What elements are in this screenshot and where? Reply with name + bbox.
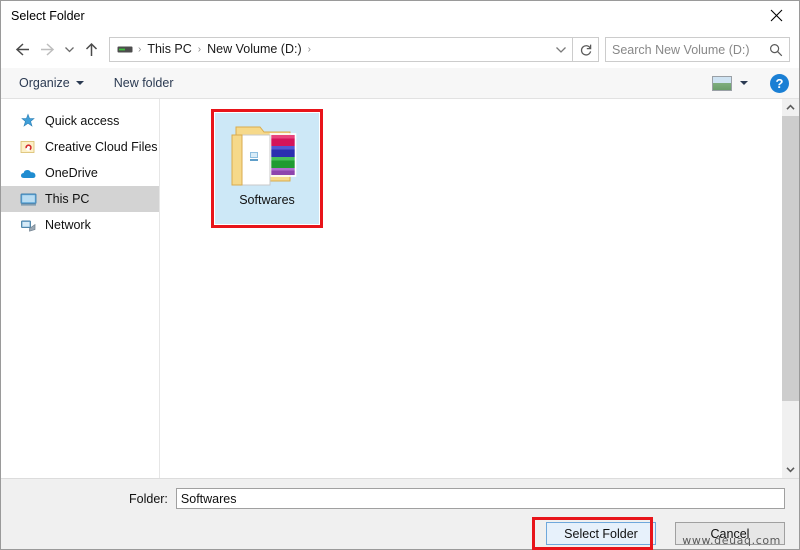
file-pane-scrollbar[interactable] [781,99,799,478]
chevron-down-icon [75,81,84,85]
navigation-sidebar: Quick access Creative Cloud Files OneDri… [1,99,160,478]
organize-menu-button[interactable]: Organize [11,73,92,93]
search-box[interactable]: Search New Volume (D:) [605,37,790,62]
drive-icon [115,44,136,55]
scroll-down-icon [786,467,795,473]
scrollbar-track[interactable] [782,401,799,461]
help-icon: ? [775,75,784,91]
sidebar-item-this-pc[interactable]: This PC [1,186,159,212]
title-bar: Select Folder [1,1,799,31]
search-input[interactable]: Search New Volume (D:) [612,43,769,57]
file-item-label: Softwares [239,193,295,207]
file-list-pane[interactable]: Softwares [160,99,781,478]
sidebar-item-label: Network [45,218,91,232]
dialog-footer: Folder: Softwares Select Folder Cancel w… [1,478,799,550]
cloud-icon [19,164,37,182]
close-icon [770,9,782,22]
breadcrumb-separator: › [138,44,142,55]
file-item-softwares[interactable]: Softwares [215,113,319,224]
command-toolbar: Organize New folder ? [1,68,799,99]
network-icon [19,216,37,234]
select-folder-dialog: Select Folder › This PC › New Volume (D:… [0,0,800,550]
sidebar-item-creative-cloud-files[interactable]: Creative Cloud Files [1,134,159,160]
navigation-bar: › This PC › New Volume (D:) › Search New… [1,31,799,68]
dialog-body: Quick access Creative Cloud Files OneDri… [1,99,799,478]
sidebar-item-label: OneDrive [45,166,98,180]
chevron-down-icon [740,81,748,85]
star-icon [19,112,37,130]
forward-arrow-icon [41,43,55,56]
window-title: Select Folder [11,9,85,23]
up-arrow-icon [85,42,98,56]
scroll-down-button[interactable] [782,461,799,478]
sidebar-item-label: Creative Cloud Files [45,140,158,154]
close-button[interactable] [753,1,799,30]
recent-locations-button[interactable] [60,37,79,63]
chevron-down-icon [556,47,566,53]
monitor-icon [19,190,37,208]
select-folder-button[interactable]: Select Folder [546,522,656,545]
sidebar-item-label: Quick access [45,114,120,128]
scrollbar-thumb[interactable] [782,116,799,401]
folder-field-row: Folder: Softwares [1,479,799,509]
scroll-up-button[interactable] [782,99,799,116]
folder-name-input[interactable]: Softwares [175,488,785,509]
back-arrow-icon [15,43,29,56]
up-button[interactable] [79,37,104,63]
view-layout-icon [712,75,732,91]
refresh-icon [580,44,591,56]
sidebar-item-quick-access[interactable]: Quick access [1,108,159,134]
breadcrumb-item-this-pc[interactable]: This PC [143,38,195,61]
sidebar-item-onedrive[interactable]: OneDrive [1,160,159,186]
folder-field-label: Folder: [129,491,168,506]
folder-icon [231,126,297,186]
new-folder-label: New folder [113,76,174,90]
new-folder-button[interactable]: New folder [106,73,182,93]
creative-cloud-folder-icon [19,138,37,156]
sidebar-item-label: This PC [45,192,90,206]
help-button[interactable]: ? [770,73,789,93]
back-button[interactable] [10,37,35,63]
sidebar-item-network[interactable]: Network [1,212,159,238]
chevron-down-icon [65,47,74,53]
organize-label: Organize [19,76,70,90]
address-bar[interactable]: › This PC › New Volume (D:) › [109,37,573,62]
refresh-button[interactable] [573,37,599,62]
breadcrumb-item-new-volume[interactable]: New Volume (D:) [203,38,305,61]
search-icon [769,43,783,56]
breadcrumb-separator: › [307,44,311,55]
forward-button[interactable] [35,37,60,63]
watermark: www.deuaq.com [682,534,781,547]
breadcrumb-separator: › [197,44,202,55]
scroll-up-icon [786,104,795,110]
address-dropdown-button[interactable] [550,45,572,54]
view-options-button[interactable] [704,73,756,94]
